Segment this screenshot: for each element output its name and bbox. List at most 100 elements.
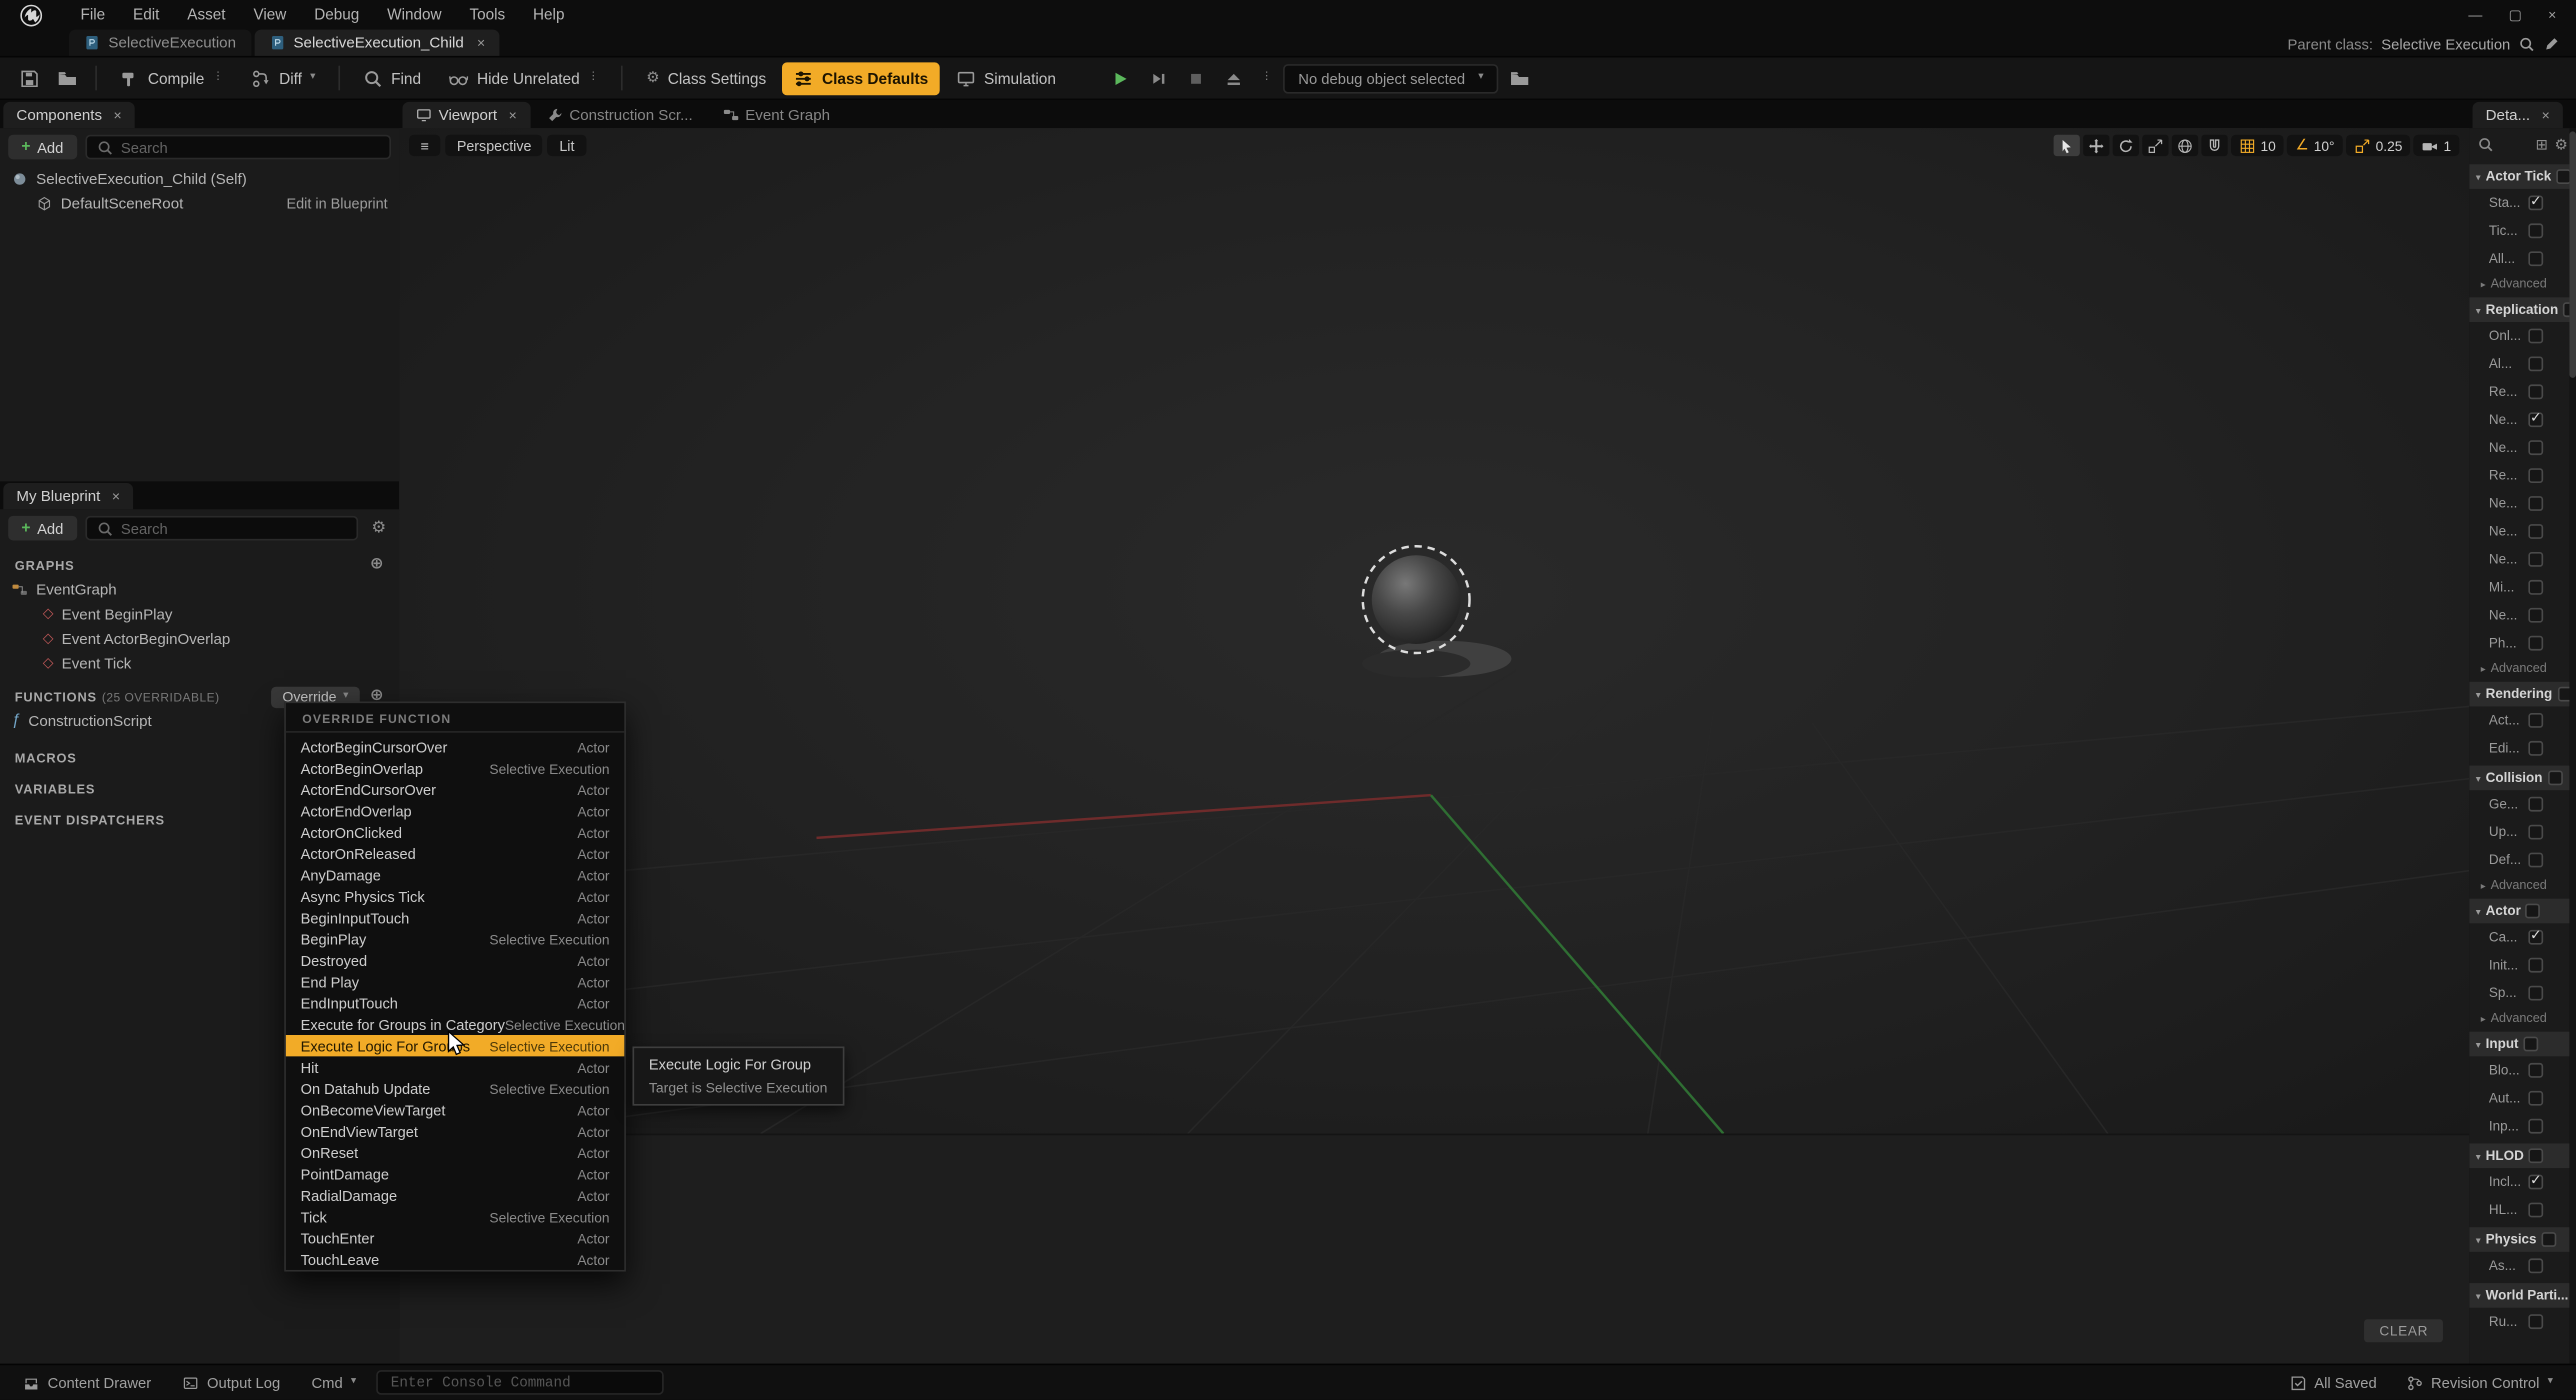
details-entry[interactable]: Re...: [2469, 378, 2576, 406]
tab-event-graph[interactable]: Event Graph: [709, 102, 843, 128]
edit-icon[interactable]: [2543, 36, 2559, 52]
property-checkbox[interactable]: [2528, 580, 2543, 595]
override-menu-item[interactable]: OnReset Actor: [286, 1142, 624, 1163]
property-checkbox[interactable]: [2528, 1063, 2543, 1078]
grid-snap-control[interactable]: 10: [2231, 135, 2284, 156]
details-entry[interactable]: Ne...: [2469, 518, 2576, 546]
component-row-self[interactable]: SelectiveExecution_Child (Self): [0, 166, 399, 191]
details-entry[interactable]: Ru...: [2469, 1308, 2576, 1336]
details-entry[interactable]: Inp...: [2469, 1112, 2576, 1140]
override-menu-item[interactable]: Async Physics Tick Actor: [286, 886, 624, 907]
viewport-render-area[interactable]: [399, 128, 2469, 1133]
rotate-tool-button[interactable]: [2113, 135, 2139, 156]
override-menu-item[interactable]: TouchLeave Actor: [286, 1249, 624, 1270]
revision-control-button[interactable]: Revision Control ▾: [2395, 1369, 2565, 1395]
eventgraph-row[interactable]: EventGraph: [0, 577, 399, 602]
my-blueprint-search-input[interactable]: Search: [85, 516, 358, 541]
property-checkbox[interactable]: [2528, 1119, 2543, 1134]
details-entry[interactable]: Collision: [2469, 766, 2576, 791]
save-button[interactable]: [13, 62, 46, 95]
property-checkbox[interactable]: [2528, 958, 2543, 973]
class-settings-button[interactable]: ⚙ Class Settings: [635, 62, 778, 93]
details-entry[interactable]: Ne...: [2469, 490, 2576, 518]
debug-browse-button[interactable]: [1503, 62, 1536, 95]
details-entry[interactable]: Incl...: [2469, 1168, 2576, 1196]
property-checkbox[interactable]: [2528, 853, 2543, 868]
property-checkbox[interactable]: [2526, 904, 2541, 919]
menu-item[interactable]: Tools: [456, 3, 518, 26]
details-entry[interactable]: Ne...: [2469, 601, 2576, 629]
property-checkbox[interactable]: [2528, 552, 2543, 567]
close-icon[interactable]: ×: [509, 108, 517, 122]
property-checkbox[interactable]: [2528, 196, 2543, 211]
details-entry[interactable]: Ca...: [2469, 923, 2576, 951]
menu-item[interactable]: Help: [520, 3, 578, 26]
override-menu-item[interactable]: ActorOnReleased Actor: [286, 843, 624, 864]
edit-in-blueprint-link[interactable]: Edit in Blueprint: [286, 195, 387, 211]
property-checkbox[interactable]: [2528, 608, 2543, 623]
parent-class-value[interactable]: Selective Execution: [2381, 36, 2510, 52]
details-entry[interactable]: Ne...: [2469, 406, 2576, 434]
blueprint-settings-icon[interactable]: ⚙: [366, 519, 391, 537]
eject-button[interactable]: [1217, 62, 1250, 95]
menu-item[interactable]: Debug: [301, 3, 372, 26]
override-menu-item[interactable]: AnyDamage Actor: [286, 864, 624, 885]
maximize-button[interactable]: ▢: [2509, 6, 2522, 24]
property-checkbox[interactable]: [2528, 713, 2543, 728]
hide-unrelated-button[interactable]: Hide Unrelated ⋮: [438, 62, 611, 95]
details-entry[interactable]: HLOD: [2469, 1143, 2576, 1168]
details-entry[interactable]: Input: [2469, 1032, 2576, 1057]
property-checkbox[interactable]: [2528, 412, 2543, 427]
play-button[interactable]: [1104, 62, 1137, 95]
override-menu-item[interactable]: ActorEndOverlap Actor: [286, 800, 624, 821]
coordinate-system-button[interactable]: [2172, 135, 2198, 156]
override-menu-item[interactable]: On Datahub Update Selective Execution: [286, 1078, 624, 1099]
property-checkbox[interactable]: [2528, 797, 2543, 812]
details-entry[interactable]: Blo...: [2469, 1056, 2576, 1084]
property-checkbox[interactable]: [2528, 223, 2543, 238]
event-row[interactable]: ◇ Event Tick: [0, 651, 399, 676]
property-checkbox[interactable]: [2528, 825, 2543, 840]
details-entry[interactable]: Up...: [2469, 818, 2576, 846]
details-entry[interactable]: Ge...: [2469, 790, 2576, 818]
override-menu-item[interactable]: ActorEndCursorOver Actor: [286, 779, 624, 800]
save-status[interactable]: All Saved: [2278, 1369, 2388, 1395]
details-entry[interactable]: Actor Tick: [2469, 164, 2576, 189]
override-menu-item[interactable]: OnEndViewTarget Actor: [286, 1120, 624, 1141]
menu-item[interactable]: View: [240, 3, 299, 26]
menu-item[interactable]: Window: [374, 3, 455, 26]
override-menu-item[interactable]: Destroyed Actor: [286, 950, 624, 971]
property-checkbox[interactable]: [2528, 986, 2543, 1001]
details-entry[interactable]: Actor: [2469, 899, 2576, 924]
details-entry[interactable]: Edi...: [2469, 734, 2576, 762]
details-settings-icon[interactable]: ⚙: [2555, 137, 2568, 152]
search-icon[interactable]: [2519, 36, 2535, 52]
add-new-button[interactable]: + Add: [8, 516, 76, 541]
tab-construction-script[interactable]: Construction Scr...: [533, 102, 706, 128]
details-entry[interactable]: Ne...: [2469, 434, 2576, 462]
override-menu-item[interactable]: EndInputTouch Actor: [286, 992, 624, 1013]
details-entry[interactable]: Act...: [2469, 706, 2576, 734]
details-entry[interactable]: Rendering: [2469, 682, 2576, 707]
move-tool-button[interactable]: [2083, 135, 2109, 156]
property-checkbox[interactable]: [2528, 636, 2543, 651]
tab-details[interactable]: Deta... ×: [2473, 102, 2563, 128]
override-menu-item[interactable]: TouchEnter Actor: [286, 1227, 624, 1248]
details-entry[interactable]: Init...: [2469, 951, 2576, 979]
property-checkbox[interactable]: [2528, 524, 2543, 539]
frame-skip-button[interactable]: [1141, 62, 1174, 95]
details-entry[interactable]: As...: [2469, 1252, 2576, 1280]
kebab-icon[interactable]: ⋮: [213, 73, 224, 84]
property-checkbox[interactable]: [2528, 1091, 2543, 1106]
event-row[interactable]: ◇ Event ActorBeginOverlap: [0, 626, 399, 651]
property-checkbox[interactable]: [2528, 930, 2543, 945]
details-entry[interactable]: Aut...: [2469, 1084, 2576, 1112]
property-checkbox[interactable]: [2529, 1148, 2544, 1163]
details-entry[interactable]: Sta...: [2469, 189, 2576, 217]
property-checkbox[interactable]: [2528, 329, 2543, 344]
details-entry[interactable]: Ne...: [2469, 545, 2576, 573]
scale-snap-control[interactable]: 0.25: [2346, 135, 2411, 156]
tab-components[interactable]: Components ×: [3, 102, 135, 128]
close-icon[interactable]: ×: [477, 36, 485, 50]
add-graph-icon[interactable]: ⊕: [370, 557, 385, 573]
